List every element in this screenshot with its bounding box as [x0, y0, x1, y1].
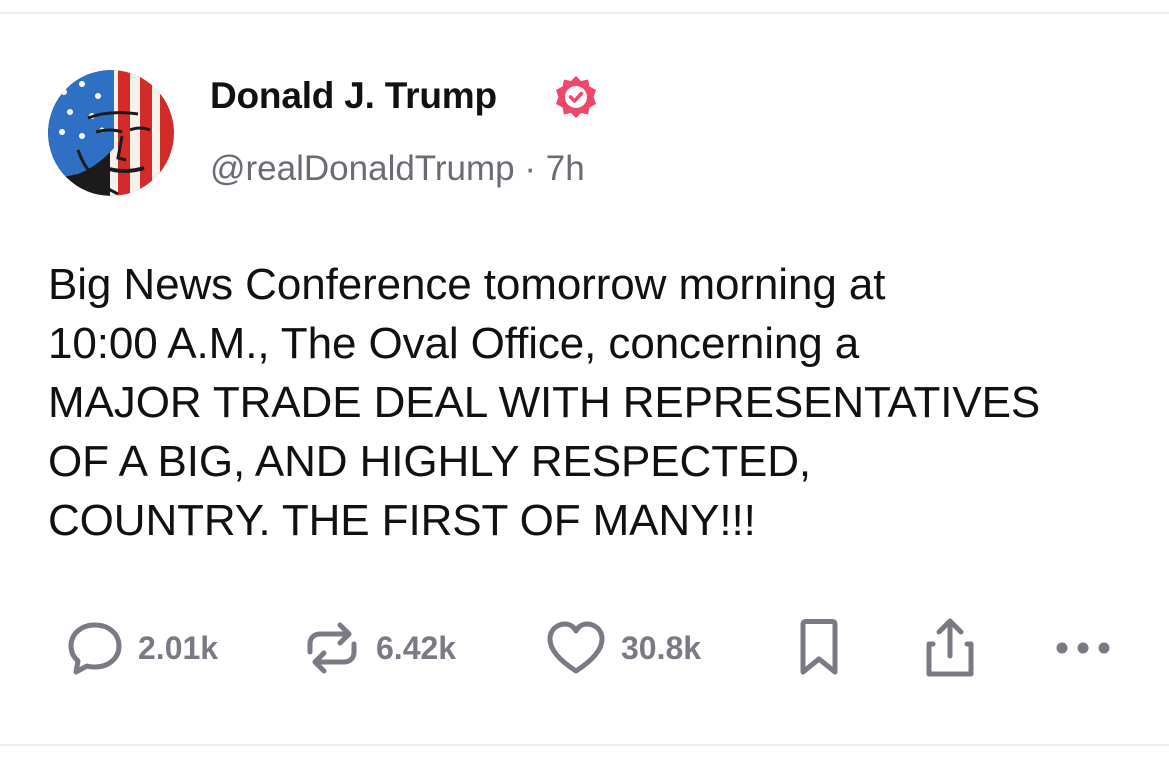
author-display-name[interactable]: Donald J. Trump	[210, 75, 497, 117]
top-divider	[0, 0, 1169, 14]
post-body: Big News Conference tomorrow morning at …	[48, 260, 1041, 545]
bookmark-button[interactable]	[794, 616, 844, 680]
verified-badge-icon	[552, 74, 600, 122]
share-button[interactable]	[919, 616, 981, 680]
more-options-button[interactable]	[1053, 616, 1113, 680]
author-handle[interactable]: @realDonaldTrump	[210, 149, 515, 188]
repost-icon	[302, 618, 362, 678]
reply-button[interactable]: 2.01k	[66, 616, 218, 680]
like-icon	[545, 619, 607, 677]
author-meta: @realDonaldTrump · 7h	[210, 149, 585, 189]
reply-icon	[66, 619, 124, 677]
bottom-divider	[0, 744, 1169, 761]
repost-count: 6.42k	[376, 629, 457, 666]
like-count: 30.8k	[621, 629, 702, 666]
more-icon	[1053, 638, 1113, 658]
post-timestamp[interactable]: 7h	[546, 149, 585, 188]
like-button[interactable]: 30.8k	[545, 616, 701, 680]
repost-button[interactable]: 6.42k	[302, 616, 456, 680]
meta-separator: ·	[524, 149, 537, 188]
reply-count: 2.01k	[138, 629, 219, 666]
avatar[interactable]	[48, 70, 174, 196]
post-actions: 2.01k 6.42k 30.8k	[0, 616, 1169, 680]
bookmark-icon	[794, 617, 844, 679]
share-icon	[919, 616, 981, 680]
